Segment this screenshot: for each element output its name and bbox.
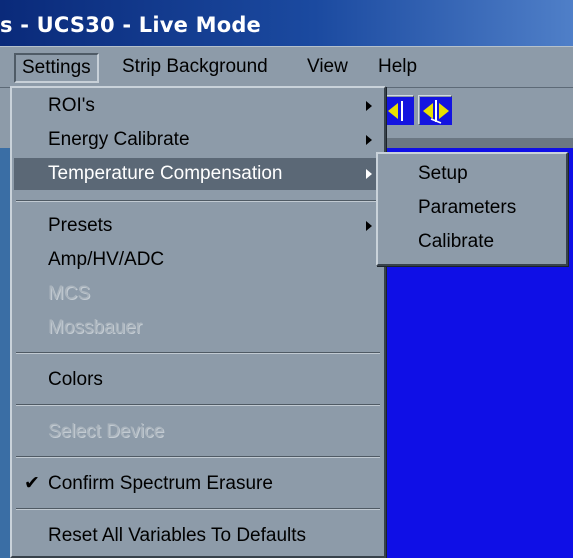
menu-item-reset-all-variables[interactable]: Reset All Variables To Defaults — [14, 520, 382, 552]
menu-item-label: Presets — [48, 215, 113, 236]
menu-item-rois[interactable]: ROI's — [14, 90, 382, 122]
menu-item-label: Energy Calibrate — [48, 129, 190, 150]
checkmark-icon: ✔ — [24, 473, 40, 494]
menu-item-mossbauer: Mossbauer — [14, 312, 382, 344]
window-title: s - UCS30 - Live Mode — [0, 13, 261, 37]
menu-help[interactable]: Help — [372, 53, 423, 83]
menu-item-label: MCS — [48, 283, 91, 304]
menu-separator — [16, 352, 380, 354]
menu-view[interactable]: View — [301, 53, 354, 83]
menu-item-mcs: MCS — [14, 278, 382, 310]
menu-item-label: ROI's — [48, 95, 95, 116]
submenu-arrow-icon — [366, 169, 372, 179]
submenu-item-calibrate[interactable]: Calibrate — [380, 226, 564, 258]
marker-split-button[interactable] — [418, 95, 452, 125]
marker-split-icon — [420, 97, 452, 125]
menu-separator — [16, 456, 380, 458]
menu-item-label: Colors — [48, 369, 103, 390]
menu-separator — [16, 508, 380, 510]
menu-item-label: Amp/HV/ADC — [48, 249, 165, 270]
menu-item-select-device: Select Device — [14, 416, 382, 448]
menu-strip-background[interactable]: Strip Background — [116, 53, 274, 83]
submenu-arrow-icon — [366, 135, 372, 145]
menu-item-amp-hv-adc[interactable]: Amp/HV/ADC — [14, 244, 382, 276]
menu-item-temperature-compensation[interactable]: Temperature Compensation — [14, 158, 382, 190]
submenu-arrow-icon — [366, 101, 372, 111]
menu-item-label: Select Device — [48, 421, 165, 442]
marker-left-icon — [382, 97, 414, 125]
menu-item-label: Parameters — [418, 197, 517, 218]
menu-bar: Settings Strip Background View Help — [0, 46, 573, 88]
menu-item-energy-calibrate[interactable]: Energy Calibrate — [14, 124, 382, 156]
menu-item-label: Confirm Spectrum Erasure — [48, 473, 273, 494]
submenu-item-parameters[interactable]: Parameters — [380, 192, 564, 224]
menu-item-label: Setup — [418, 163, 468, 184]
menu-item-presets[interactable]: Presets — [14, 210, 382, 242]
settings-menu: ROI's Energy Calibrate Temperature Compe… — [10, 86, 386, 558]
menu-item-label: Calibrate — [418, 231, 495, 252]
menu-separator — [16, 404, 380, 406]
menu-separator — [16, 200, 380, 202]
menu-settings[interactable]: Settings — [14, 53, 99, 83]
menu-item-label: Temperature Compensation — [48, 163, 283, 184]
temperature-compensation-submenu: Setup Parameters Calibrate — [376, 152, 568, 266]
submenu-arrow-icon — [366, 221, 372, 231]
menu-item-label: Reset All Variables To Defaults — [48, 525, 307, 546]
menu-item-confirm-spectrum-erasure[interactable]: ✔ Confirm Spectrum Erasure — [14, 468, 382, 500]
menu-item-label: Mossbauer — [48, 317, 142, 338]
submenu-item-setup[interactable]: Setup — [380, 158, 564, 190]
title-bar: s - UCS30 - Live Mode — [0, 0, 573, 46]
menu-item-colors[interactable]: Colors — [14, 364, 382, 396]
